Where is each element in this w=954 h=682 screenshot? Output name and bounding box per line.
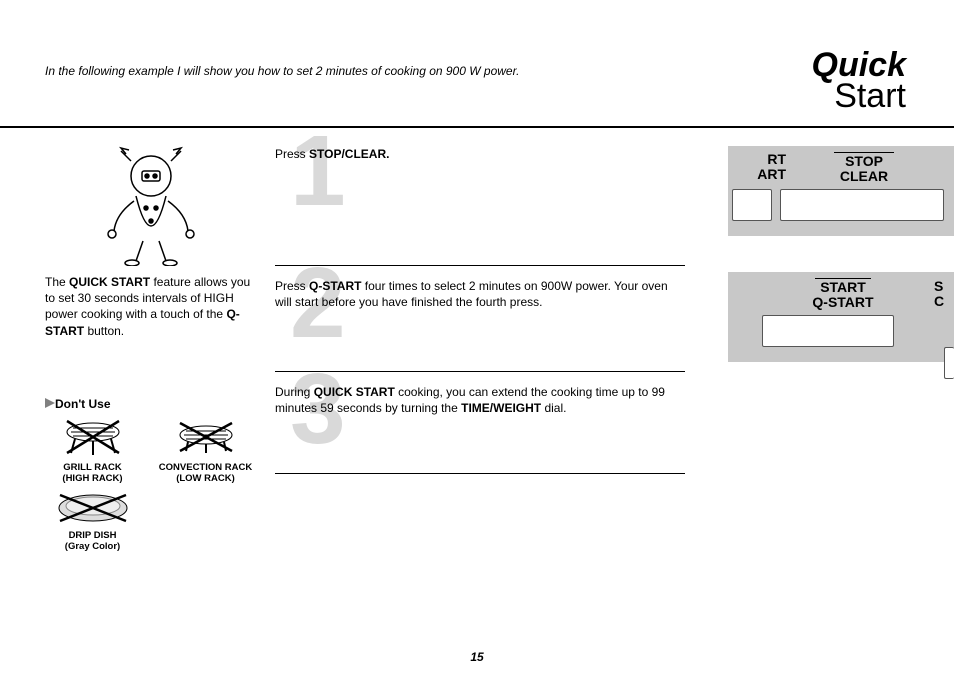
title-light: Start	[834, 77, 906, 115]
page-number: 15	[0, 650, 954, 664]
page-title: Quick Start	[812, 50, 906, 111]
grill-rack-icon	[63, 417, 123, 457]
stop-clear-button	[780, 189, 944, 221]
mascot-illustration	[96, 146, 206, 266]
dont-use-convection-rack: CONVECTION RACK(LOW RACK)	[158, 417, 253, 485]
panel-button-partial	[732, 189, 772, 221]
intro-text: In the following example I will show you…	[45, 64, 519, 78]
panel-button-partial-right	[944, 347, 954, 379]
step-1-number: 1	[290, 121, 346, 221]
step-3: 3 During QUICK START cooking, you can ex…	[275, 384, 685, 474]
control-panel-stop-clear: RTART STOPCLEAR	[728, 146, 954, 236]
convection-rack-icon	[176, 417, 236, 457]
qstart-button	[762, 315, 894, 347]
drip-dish-icon	[56, 491, 130, 525]
control-panel-qstart: STARTQ-START SC	[728, 272, 954, 362]
feature-description: The QUICK START feature allows you to se…	[45, 274, 257, 339]
dont-use-grill-rack: GRILL RACK(HIGH RACK)	[45, 417, 140, 485]
arrow-icon	[45, 398, 55, 408]
dont-use-drip-dish: DRIP DISH(Gray Color)	[45, 491, 140, 553]
dont-use-heading: Don't Use	[45, 397, 257, 411]
